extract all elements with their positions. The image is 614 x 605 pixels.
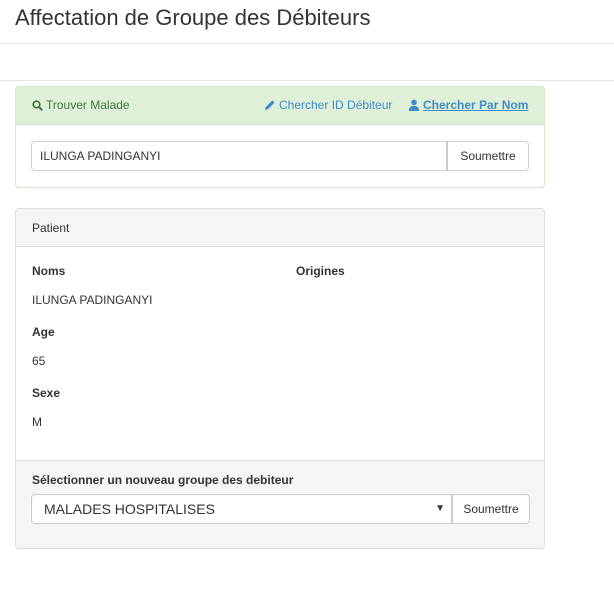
- search-by-id-label: Chercher ID Débiteur: [279, 98, 393, 112]
- debtor-group-selected-value: MALADES HOSPITALISES: [44, 501, 215, 517]
- origins-label: Origines: [296, 264, 345, 278]
- patient-panel-heading: Patient: [16, 209, 544, 247]
- names-value: ILUNGA PADINGANYI: [32, 293, 153, 307]
- search-by-name-label: Chercher Par Nom: [423, 98, 529, 112]
- pencil-icon: [265, 100, 275, 110]
- patient-panel: Patient Noms Origines ILUNGA PADINGANYI …: [15, 208, 545, 549]
- header-divider: [0, 43, 614, 44]
- section-divider: [0, 80, 614, 81]
- find-patient-title: Trouver Malade: [32, 98, 130, 112]
- age-label: Age: [32, 325, 55, 339]
- debtor-group-select[interactable]: MALADES HOSPITALISES ▼: [31, 494, 452, 524]
- patient-name-input[interactable]: [31, 141, 447, 171]
- find-patient-label: Trouver Malade: [46, 98, 130, 112]
- search-icon: [32, 99, 43, 111]
- search-panel: Trouver Malade Chercher ID Débiteur Cher…: [15, 86, 545, 188]
- search-by-id-link[interactable]: Chercher ID Débiteur: [264, 98, 392, 112]
- sex-value: M: [32, 415, 42, 429]
- group-selection-footer: Sélectionner un nouveau groupe des debit…: [16, 460, 544, 548]
- page-title: Affectation de Groupe des Débiteurs: [15, 5, 371, 30]
- sex-label: Sexe: [32, 386, 61, 400]
- search-submit-button[interactable]: Soumettre: [447, 141, 529, 171]
- caret-down-icon: ▼: [435, 503, 445, 514]
- new-group-label: Sélectionner un nouveau groupe des debit…: [32, 473, 294, 487]
- search-panel-heading: Trouver Malade Chercher ID Débiteur Cher…: [16, 87, 544, 125]
- user-icon: [408, 99, 420, 111]
- names-label: Noms: [32, 264, 66, 278]
- search-by-name-link[interactable]: Chercher Par Nom: [408, 98, 528, 112]
- age-value: 65: [32, 354, 46, 368]
- group-submit-button[interactable]: Soumettre: [452, 494, 530, 524]
